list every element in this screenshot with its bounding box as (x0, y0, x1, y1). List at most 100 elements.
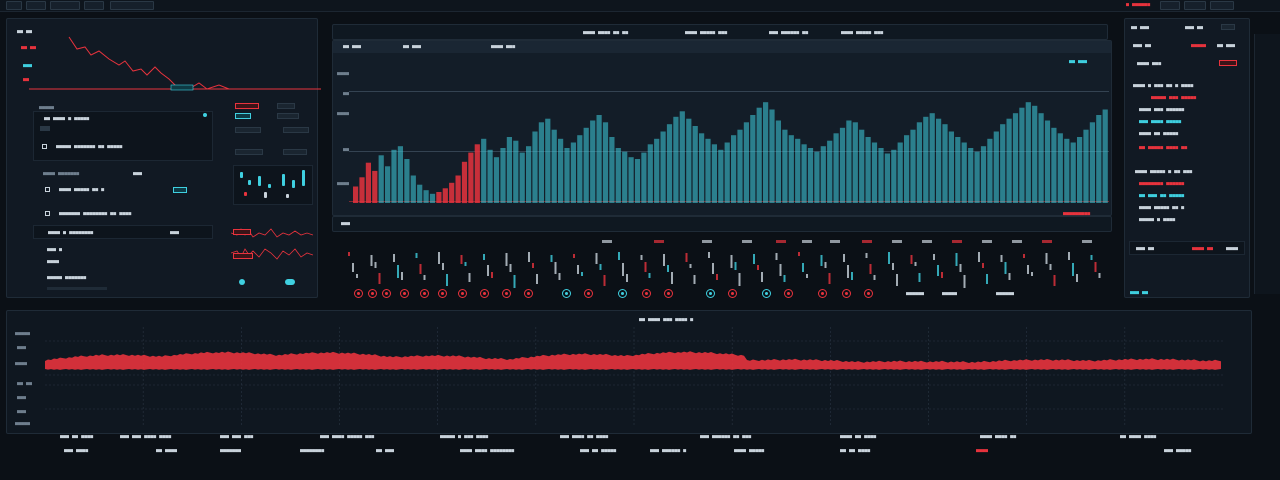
list-b-row-2[interactable]: ■■■■■■■ ■■■■■■■■ ■■ ■■■■ (59, 211, 131, 217)
record-button-15[interactable] (784, 289, 793, 298)
toolbar-button-3[interactable] (84, 1, 104, 10)
indicator-mark (798, 252, 800, 256)
legend-12[interactable]: ■■■ ■■■■■ (1164, 448, 1191, 454)
toolbar-item-1[interactable]: ■■ ■■■ (343, 44, 361, 50)
toolbar-button-4[interactable] (110, 1, 154, 10)
legend-6[interactable]: ■■■■ ■■■■ ■■■■■■■■ (460, 448, 514, 454)
record-button-6[interactable] (438, 289, 447, 298)
record-button-9[interactable] (502, 289, 511, 298)
legend-5[interactable]: ■■ ■■■ (376, 448, 394, 454)
control-chip-7[interactable] (235, 149, 263, 155)
cyan-button-3[interactable] (706, 289, 715, 298)
bar-98 (980, 146, 987, 203)
toggle-switch[interactable] (285, 279, 295, 285)
record-button-2[interactable] (368, 289, 377, 298)
control-chip-1[interactable] (235, 103, 259, 109)
indicator-mark (941, 272, 943, 278)
legend-3[interactable]: ■■■■■■■ (220, 448, 241, 454)
toolbar-button-1[interactable] (26, 1, 46, 10)
control-chip-4[interactable] (277, 113, 299, 119)
bar-58 (724, 142, 730, 203)
record-button-10[interactable] (524, 289, 533, 298)
toolbar-item-2[interactable]: ■■ ■■■ (403, 44, 421, 50)
menu-button[interactable] (6, 1, 22, 10)
cyan-button-2[interactable] (618, 289, 627, 298)
legend-10[interactable]: ■■ ■■ ■■■■ (840, 448, 870, 454)
legend-4[interactable]: ■■■■■■■■ (300, 448, 324, 454)
block-b-row-2[interactable]: ■■■■■■■■ ■■■■■■ (1139, 181, 1184, 187)
list-c-row-4[interactable]: ■■■■■ ■■■■■■■ (47, 275, 86, 281)
legend-1[interactable]: ■■■ ■■■■ (64, 448, 88, 454)
control-chip-6[interactable] (283, 127, 309, 133)
record-button-11[interactable] (584, 289, 593, 298)
record-button-16[interactable] (818, 289, 827, 298)
right-row3-chip[interactable] (1219, 60, 1237, 66)
list-a-row-2[interactable]: ■■■■■ ■■■■■■■ ■■ ■■■■■ (56, 144, 122, 150)
indicator-mark (648, 273, 651, 278)
top-tab-3[interactable]: ■■■ ■■■■■■ ■■ (769, 30, 808, 36)
block-a-row-5[interactable]: ■■■■ ■■ ■■■■■ (1139, 131, 1178, 137)
block-b-row-3[interactable]: ■■ ■■■ ■■ ■■■■■ (1139, 193, 1184, 199)
bar-8 (404, 159, 410, 203)
legend-7[interactable]: ■■■ ■■ ■■■■■ (580, 448, 616, 454)
list-c-row-2[interactable]: ■■■ ■ (47, 247, 62, 253)
list-c-row-1[interactable]: ■■■■ ■ ■■■■■■■■ (48, 230, 93, 236)
list-b-row-1[interactable]: ■■■■ ■■■■■ ■■ ■ (59, 187, 104, 193)
list-b-chip[interactable] (173, 187, 187, 193)
record-button-1[interactable] (354, 289, 363, 298)
block-a-row-3[interactable]: ■■■■ ■■■ ■■■■■■ (1139, 107, 1184, 113)
right-header-button[interactable] (1221, 24, 1235, 30)
top-tab-2[interactable]: ■■■■ ■■■■■ ■■■ (685, 30, 727, 36)
list-b-checkbox-1[interactable] (45, 187, 50, 192)
control-chip-5[interactable] (235, 127, 261, 133)
record-button-17[interactable] (842, 289, 851, 298)
block-b-row-1[interactable]: ■■■■ ■■■■■ ■ ■■ ■■■ (1135, 169, 1192, 175)
toolbar-button-7[interactable] (1210, 1, 1234, 10)
right-edge-scrollbar[interactable] (1254, 34, 1280, 294)
legend-9[interactable]: ■■■■ ■■■■■ (734, 448, 764, 454)
list-a-row-1[interactable]: ■■ ■■■■ ■ ■■■■■ (44, 116, 89, 122)
top-tab-4[interactable]: ■■■■ ■■■■■ ■■■ (841, 30, 883, 36)
indicator-header-mark (922, 240, 932, 243)
toolbar-item-3[interactable]: ■■■■ ■■■ (491, 44, 515, 50)
legend-11[interactable]: ■■■■ (976, 448, 988, 454)
block-b-row-5[interactable]: ■■■■■ ■ ■■■■ (1139, 217, 1175, 223)
record-button-14[interactable] (728, 289, 737, 298)
record-button-12[interactable] (642, 289, 651, 298)
record-button-8[interactable] (480, 289, 489, 298)
record-button-3[interactable] (382, 289, 391, 298)
control-chip-3[interactable] (235, 113, 251, 119)
indicator-mark (505, 253, 508, 266)
record-button-7[interactable] (458, 289, 467, 298)
top-tab-1[interactable]: ■■■■ ■■■■ ■■ ■■ (583, 30, 628, 36)
cyan-button-1[interactable] (562, 289, 571, 298)
block-a-row-1[interactable]: ■■■■ ■ ■■■ ■■ ■ ■■■■ (1133, 83, 1193, 89)
indicator-mark (356, 274, 358, 278)
record-button-18[interactable] (864, 289, 873, 298)
record-button-5[interactable] (420, 289, 429, 298)
block-a-row-6[interactable]: ■■ ■■■■■ ■■■■ ■■ (1139, 145, 1187, 151)
indicator-mark (442, 263, 444, 270)
legend-8[interactable]: ■■■ ■■■■■■ ■ (650, 448, 686, 454)
control-chip-8[interactable] (283, 149, 307, 155)
legend-2[interactable]: ■■ ■■■■ (156, 448, 177, 454)
toolbar-button-2[interactable] (50, 1, 80, 10)
block-a-row-2[interactable]: ■■■■■ ■■■ ■■■■■ (1151, 95, 1196, 101)
control-chip-10[interactable] (233, 253, 253, 259)
toolbar-button-5[interactable] (1160, 1, 1180, 10)
control-chip-2[interactable] (277, 103, 295, 109)
block-b-row-4[interactable]: ■■■■ ■■■■■ ■■ ■ (1139, 205, 1184, 211)
bar-59 (731, 135, 737, 203)
record-button-4[interactable] (400, 289, 409, 298)
list-b-checkbox-2[interactable] (45, 211, 50, 216)
list-c-row-3[interactable]: ■■■■ (47, 259, 59, 265)
block-a-row-4[interactable]: ■■■ ■■■■ ■■■■■ (1139, 119, 1181, 125)
cyan-button-4[interactable] (762, 289, 771, 298)
bar-77 (846, 120, 852, 203)
toolbar-button-6[interactable] (1184, 1, 1206, 10)
bar-73 (820, 146, 826, 203)
control-chip-9[interactable] (233, 229, 251, 235)
record-button-13[interactable] (664, 289, 673, 298)
list-a-checkbox[interactable] (40, 126, 50, 131)
list-a-checkbox-2[interactable] (42, 144, 47, 149)
